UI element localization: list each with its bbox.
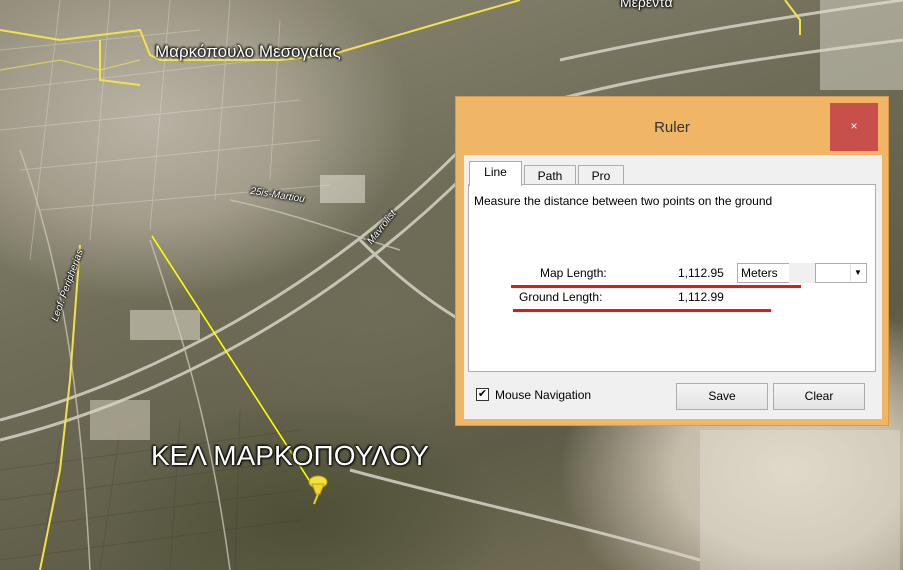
ruler-dialog: Ruler × Line Path Pro Measure the distan…	[455, 96, 889, 426]
place-label-merenta: Μερέντα	[620, 0, 673, 10]
dialog-client-area: Line Path Pro Measure the distance betwe…	[464, 155, 882, 419]
description-text: Measure the distance between two points …	[474, 194, 773, 208]
red-underline-ground-length	[513, 309, 771, 312]
units-dropdown[interactable]: ▼	[815, 263, 867, 283]
chevron-down-icon[interactable]: ▼	[850, 265, 865, 281]
mouse-navigation-label[interactable]: Mouse Navigation	[495, 388, 591, 402]
ground-length-label: Ground Length:	[519, 290, 603, 304]
close-icon[interactable]: ×	[830, 103, 878, 151]
placemark-label: ΚΕΛ ΜΑΡΚΟΠΟΥΛΟΥ	[151, 440, 429, 471]
tab-path[interactable]: Path	[524, 165, 576, 185]
units-value[interactable]: Meters	[737, 263, 791, 283]
map-length-label: Map Length:	[540, 266, 607, 280]
map-length-value: 1,112.95	[678, 266, 724, 280]
pushpin-icon[interactable]	[304, 472, 334, 506]
mouse-navigation-checkbox[interactable]: ✔	[476, 388, 489, 401]
tab-pro[interactable]: Pro	[578, 165, 624, 185]
red-underline-map-length	[511, 285, 801, 288]
dialog-titlebar[interactable]: Ruler ×	[456, 97, 888, 155]
save-button[interactable]: Save	[676, 383, 768, 410]
ground-length-value: 1,112.99	[678, 290, 724, 304]
town-label: Μαρκόπουλο Μεσογαίας	[155, 42, 341, 61]
dialog-footer: ✔ Mouse Navigation Save Clear	[468, 381, 878, 413]
dialog-title: Ruler	[654, 119, 690, 136]
tab-line[interactable]: Line	[469, 161, 522, 186]
tab-panel-line: Measure the distance between two points …	[468, 184, 876, 372]
clear-button[interactable]: Clear	[773, 383, 865, 410]
units-select[interactable]: Meters ▼	[737, 263, 867, 283]
